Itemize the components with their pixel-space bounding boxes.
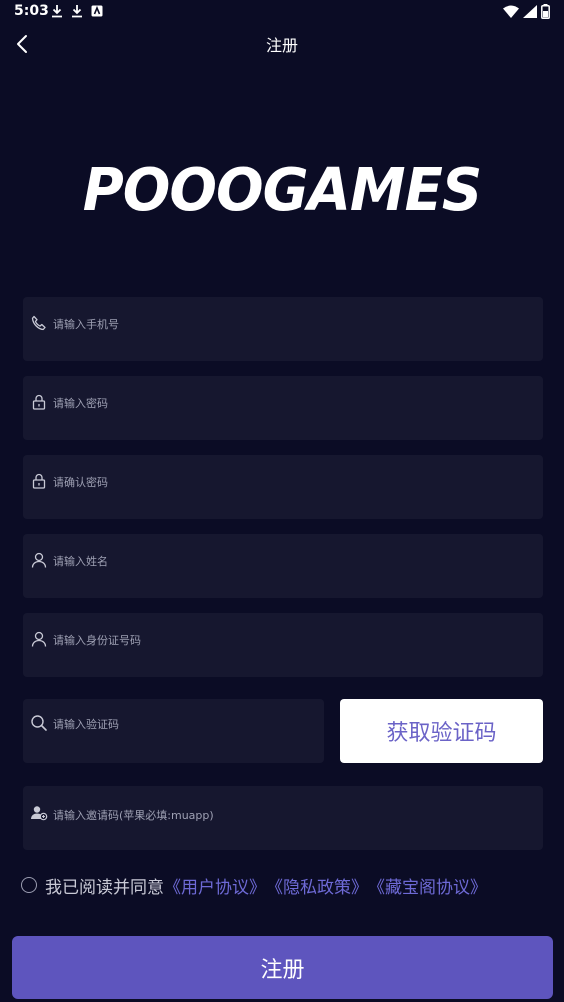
agreement-row: 我已阅读并同意 《用户协议》 《隐私政策》 《藏宝阁协议》 <box>21 872 487 898</box>
phone-field[interactable]: 请输入手机号 <box>23 297 543 361</box>
page-title: 注册 <box>265 36 298 55</box>
signal-icon <box>523 5 537 18</box>
download-icon <box>52 5 62 18</box>
confirm-password-input[interactable] <box>23 455 543 519</box>
notification-icons <box>50 4 104 18</box>
status-time: 5:03 <box>14 3 49 19</box>
privacy-policy-link[interactable]: 《隐私政策》 <box>266 873 368 898</box>
verify-code-input[interactable] <box>23 699 324 763</box>
treasure-agreement-link[interactable]: 《藏宝阁协议》 <box>368 873 487 898</box>
status-bar: 5:03 <box>0 0 564 24</box>
app-header: 注册 <box>0 26 564 60</box>
register-button[interactable]: 注册 <box>12 936 553 999</box>
confirm-password-field[interactable]: 请确认密码 <box>23 455 543 519</box>
invite-code-input[interactable] <box>23 786 543 850</box>
wifi-icon <box>503 5 519 18</box>
name-input[interactable] <box>23 534 543 598</box>
verify-code-field[interactable]: 请输入验证码 <box>23 699 324 763</box>
phone-input[interactable] <box>23 297 543 361</box>
id-number-input[interactable] <box>23 613 543 677</box>
password-input[interactable] <box>23 376 543 440</box>
download-icon <box>72 5 82 18</box>
name-field[interactable]: 请输入姓名 <box>23 534 543 598</box>
id-number-field[interactable]: 请输入身份证号码 <box>23 613 543 677</box>
user-agreement-link[interactable]: 《用户协议》 <box>164 873 266 898</box>
get-code-label: 获取验证码 <box>386 721 497 746</box>
brand-logo: POOOGAMES <box>82 156 482 225</box>
invite-code-field[interactable]: 请输入邀请码(苹果必填:muapp) <box>23 786 543 850</box>
password-field[interactable]: 请输入密码 <box>23 376 543 440</box>
app-notification-icon <box>91 5 103 17</box>
agree-checkbox[interactable] <box>21 877 37 893</box>
battery-icon <box>541 4 550 19</box>
system-icons <box>503 4 550 19</box>
agreement-prefix: 我已阅读并同意 <box>45 877 164 898</box>
register-screen: 5:03 注册 POOOGAMES 请输入手机号 请输入密码 请确认密码 请输入… <box>0 0 564 1002</box>
register-label: 注册 <box>260 957 305 983</box>
get-code-button[interactable]: 获取验证码 <box>340 699 543 763</box>
